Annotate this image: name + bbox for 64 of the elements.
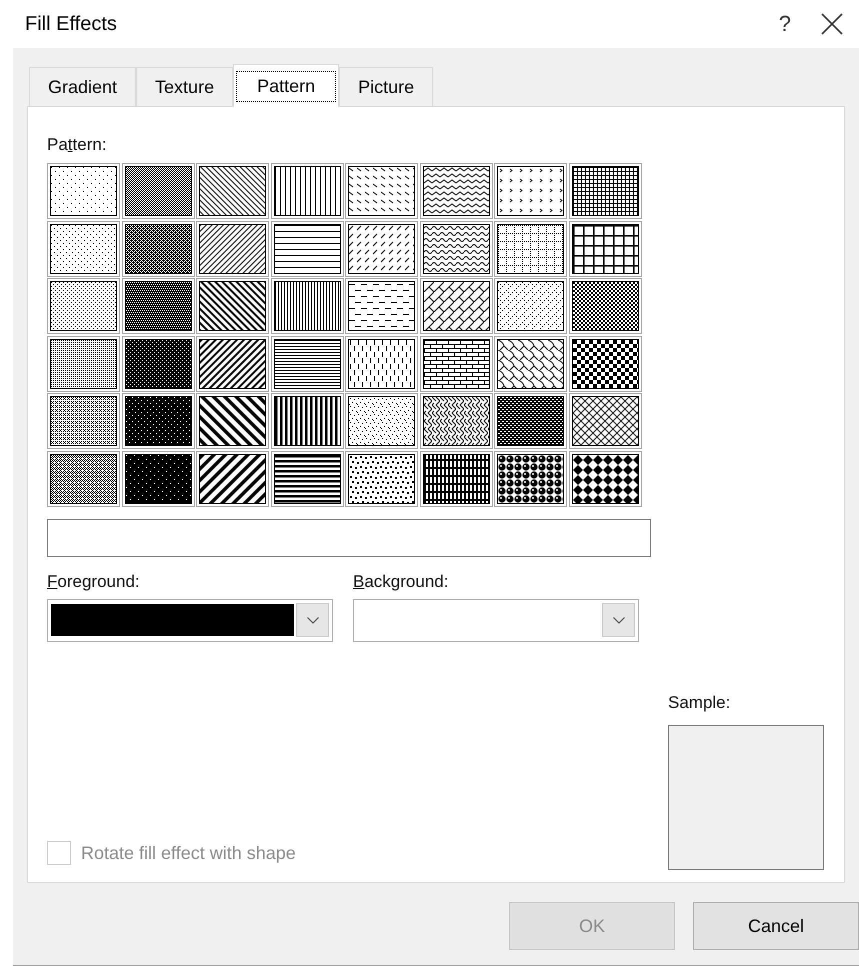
chevron-icon	[612, 616, 624, 624]
pattern-swatch[interactable]	[122, 163, 194, 219]
background-label: Background:	[353, 572, 450, 592]
pattern-swatch[interactable]	[494, 450, 567, 506]
pattern-swatch[interactable]	[420, 278, 492, 334]
dialog-button[interactable]: Cancel	[693, 902, 859, 950]
pattern-swatch[interactable]	[196, 450, 269, 506]
tab[interactable]: Gradient	[29, 67, 136, 106]
pattern-swatch[interactable]	[270, 393, 344, 449]
close-icon[interactable]	[821, 13, 843, 35]
pattern-swatch[interactable]	[47, 163, 120, 219]
pattern-swatch[interactable]	[568, 278, 642, 334]
pattern-swatch[interactable]	[47, 278, 120, 334]
pattern-swatch[interactable]	[47, 336, 120, 392]
pattern-swatch[interactable]	[568, 393, 642, 449]
pattern-swatch[interactable]	[122, 336, 194, 392]
pattern-swatch[interactable]	[420, 163, 492, 219]
pattern-swatch[interactable]	[494, 393, 567, 449]
pattern-swatch[interactable]	[122, 220, 194, 276]
pattern-swatch[interactable]	[196, 336, 269, 392]
pattern-swatch[interactable]	[345, 278, 418, 334]
tab[interactable]: Picture	[339, 67, 434, 106]
pattern-swatch[interactable]	[122, 393, 194, 449]
pattern-swatch[interactable]	[270, 278, 344, 334]
pattern-swatch[interactable]	[196, 393, 269, 449]
pattern-swatch[interactable]	[47, 450, 120, 506]
pattern-swatch[interactable]	[345, 336, 418, 392]
window-title: Fill Effects	[25, 12, 118, 36]
pattern-swatch[interactable]	[47, 393, 120, 449]
pattern-swatch[interactable]	[196, 163, 269, 219]
pattern-swatch[interactable]	[196, 278, 269, 334]
checkbox-label: Rotate fill effect with shape	[81, 842, 296, 864]
pattern-swatch[interactable]	[420, 450, 492, 506]
pattern-swatch[interactable]	[420, 336, 492, 392]
tab[interactable]: Pattern	[233, 64, 340, 107]
pattern-swatch[interactable]	[345, 220, 418, 276]
pattern-swatch[interactable]	[345, 163, 418, 219]
pattern-swatch[interactable]	[568, 163, 642, 219]
pattern-swatch[interactable]	[270, 336, 344, 392]
pattern-swatch[interactable]	[568, 220, 642, 276]
foreground-dropdown[interactable]	[47, 598, 333, 642]
pattern-swatch[interactable]	[494, 336, 567, 392]
pattern-swatch[interactable]	[420, 220, 492, 276]
pattern-swatch[interactable]	[270, 450, 344, 506]
foreground-label: Foreground:	[47, 572, 141, 592]
pattern-label: Pattern:	[47, 135, 108, 155]
pattern-swatch[interactable]	[494, 278, 567, 334]
pattern-swatch[interactable]	[270, 220, 344, 276]
pattern-swatch[interactable]	[196, 220, 269, 276]
pattern-swatch[interactable]	[345, 393, 418, 449]
chevron-icon	[306, 616, 318, 624]
pattern-swatch[interactable]	[122, 450, 194, 506]
pattern-swatch[interactable]	[270, 163, 344, 219]
pattern-swatch[interactable]	[568, 336, 642, 392]
pattern-swatch[interactable]	[345, 450, 418, 506]
pattern-swatch[interactable]	[47, 220, 120, 276]
pattern-swatch[interactable]	[494, 163, 567, 219]
help-button[interactable]: ?	[778, 11, 791, 37]
sample-label: Sample:	[668, 693, 732, 713]
pattern-swatch[interactable]	[494, 220, 567, 276]
pattern-swatch[interactable]	[420, 393, 492, 449]
pattern-swatch[interactable]	[122, 278, 194, 334]
tab[interactable]: Texture	[136, 67, 234, 106]
pattern-swatch[interactable]	[568, 450, 642, 506]
